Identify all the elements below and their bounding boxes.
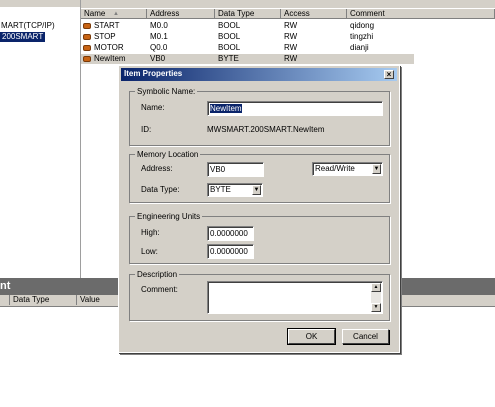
row-address: VB0 — [150, 54, 166, 63]
datatype-label: Data Type: — [141, 185, 180, 194]
list-toolbar — [81, 0, 495, 8]
datatype-select[interactable]: BYTE ▼ — [207, 183, 263, 197]
group-title: Memory Location — [135, 150, 201, 159]
row-access: RW — [284, 21, 298, 30]
list-row[interactable]: START M0.0 BOOL RW qidong — [81, 21, 414, 31]
col-header-comment[interactable]: Comment — [347, 9, 495, 19]
id-label: ID: — [141, 125, 152, 134]
dialog-titlebar[interactable]: Item Properties × — [121, 68, 397, 81]
list-row[interactable]: STOP M0.1 BOOL RW tingzhi — [81, 32, 414, 42]
access-select[interactable]: Read/Write ▼ — [312, 162, 383, 176]
row-name: START — [94, 21, 120, 30]
row-comment: dianji — [350, 43, 369, 52]
row-access: RW — [284, 43, 298, 52]
scroll-up-icon[interactable]: ▲ — [371, 283, 381, 292]
tag-icon — [83, 56, 91, 62]
group-title: Description — [135, 270, 180, 279]
group-title: Symbolic Name: — [135, 87, 198, 96]
row-comment: tingzhi — [350, 32, 374, 41]
col-header-datatype[interactable]: Data Type — [215, 9, 281, 19]
high-label: High: — [141, 228, 160, 237]
close-icon[interactable]: × — [384, 70, 394, 79]
name-input[interactable]: NewItem — [207, 101, 383, 116]
comment-label: Comment: — [141, 285, 178, 294]
high-input[interactable]: 0.0000000 — [207, 226, 254, 241]
comment-textarea[interactable]: ▲ ▼ — [207, 281, 383, 314]
list-row-selected[interactable]: NewItem VB0 BYTE RW — [81, 54, 414, 64]
access-value: Read/Write — [315, 164, 355, 173]
row-name: STOP — [94, 32, 116, 41]
tag-icon — [83, 34, 91, 40]
row-access: RW — [284, 32, 298, 41]
col-header-datatype[interactable]: Data Type — [10, 295, 77, 305]
item-properties-dialog: Item Properties × Symbolic Name: Name: N… — [118, 65, 400, 353]
cancel-button[interactable]: Cancel — [342, 329, 389, 344]
col-header-blank[interactable] — [0, 295, 10, 305]
row-type: BOOL — [218, 43, 241, 52]
ok-button[interactable]: OK — [287, 328, 336, 345]
symbolic-name-group: Symbolic Name: Name: NewItem ID: MWSMART… — [129, 87, 390, 146]
name-value: NewItem — [210, 104, 242, 113]
group-title: Engineering Units — [135, 212, 203, 221]
row-type: BYTE — [218, 54, 239, 63]
col-header-name[interactable]: Name ▲ — [81, 9, 147, 19]
description-group: Description Comment: ▲ ▼ — [129, 270, 390, 321]
tree-node-device[interactable]: 200SMART — [0, 32, 46, 42]
col-header-address[interactable]: Address — [147, 9, 215, 19]
row-type: BOOL — [218, 32, 241, 41]
sort-asc-icon: ▲ — [113, 11, 119, 17]
tree-node-connection[interactable]: MART(TCP/IP) — [1, 21, 55, 31]
comment-scrollbar[interactable]: ▲ ▼ — [371, 283, 381, 312]
scroll-down-icon[interactable]: ▼ — [371, 303, 381, 312]
chevron-down-icon[interactable]: ▼ — [252, 185, 261, 195]
dialog-title: Item Properties — [124, 69, 183, 78]
id-value: MWSMART.200SMART.NewItem — [207, 125, 325, 134]
name-label: Name: — [141, 103, 165, 112]
low-input[interactable]: 0.0000000 — [207, 244, 254, 259]
engineering-units-group: Engineering Units High: 0.0000000 Low: 0… — [129, 212, 390, 264]
row-address: M0.0 — [150, 21, 168, 30]
address-label: Address: — [141, 164, 173, 173]
tree-panel: MART(TCP/IP) 200SMART — [0, 0, 81, 278]
tree-toolbar — [0, 0, 80, 7]
address-input[interactable]: VB0 — [207, 162, 264, 177]
chevron-down-icon[interactable]: ▼ — [372, 164, 381, 174]
col-header-access[interactable]: Access — [281, 9, 347, 19]
row-address: M0.1 — [150, 32, 168, 41]
datatype-value: BYTE — [210, 185, 231, 194]
list-row[interactable]: MOTOR Q0.0 BOOL RW dianji — [81, 43, 414, 53]
memory-location-group: Memory Location Address: VB0 Read/Write … — [129, 150, 390, 203]
row-access: RW — [284, 54, 298, 63]
row-comment: qidong — [350, 21, 375, 30]
row-name: NewItem — [94, 54, 126, 63]
list-header: Name ▲ Address Data Type Access Comment — [81, 9, 495, 20]
tag-icon — [83, 23, 91, 29]
row-name: MOTOR — [94, 43, 124, 52]
row-address: Q0.0 — [150, 43, 168, 52]
tag-icon — [83, 45, 91, 51]
monitor-panel-title: nt — [0, 280, 11, 292]
low-label: Low: — [141, 247, 158, 256]
row-type: BOOL — [218, 21, 241, 30]
